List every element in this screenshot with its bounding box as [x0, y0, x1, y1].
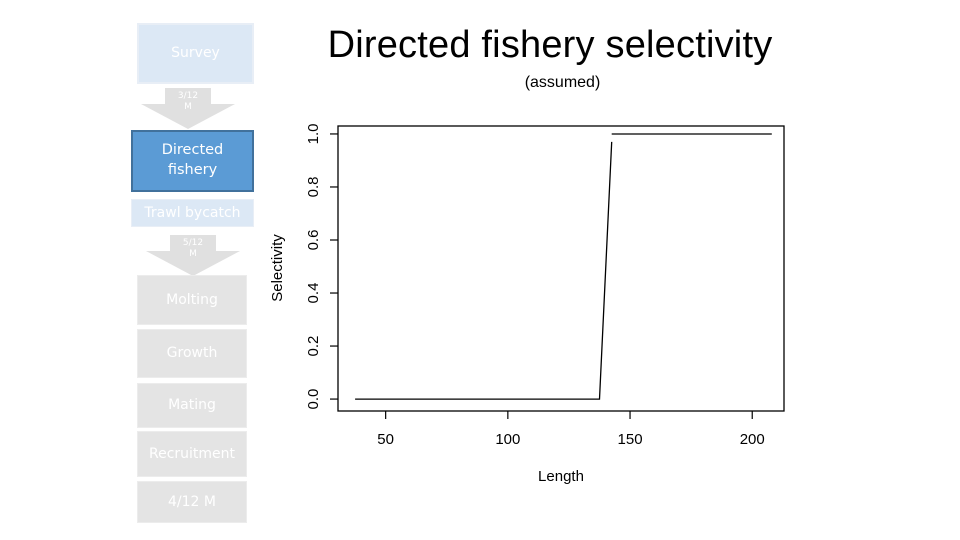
x-axis-label: Length — [538, 468, 584, 485]
series-group — [355, 133, 772, 400]
x-tick-label: 200 — [740, 431, 765, 448]
x-axis: 50 100 150 200 — [377, 411, 765, 448]
y-axis: 0.0 0.2 0.4 0.6 0.8 1.0 — [305, 124, 338, 410]
y-axis-label: Selectivity — [269, 234, 286, 302]
y-tick-label: 0.8 — [305, 177, 322, 198]
y-tick-label: 0.4 — [305, 283, 322, 304]
selectivity-chart: 50 100 150 200 0.0 0.2 0.4 0.6 0.8 1.0 Length Se… — [269, 124, 785, 485]
x-tick-label: 100 — [495, 431, 520, 448]
y-tick-label: 0.6 — [305, 230, 322, 251]
x-tick-label: 150 — [618, 431, 643, 448]
x-tick-label: 50 — [377, 431, 394, 448]
selectivity-line — [355, 141, 613, 400]
plot-frame — [337, 125, 785, 412]
y-tick-label: 0.2 — [305, 336, 322, 357]
y-tick-label: 1.0 — [305, 124, 322, 145]
y-tick-label: 0.0 — [305, 389, 322, 410]
